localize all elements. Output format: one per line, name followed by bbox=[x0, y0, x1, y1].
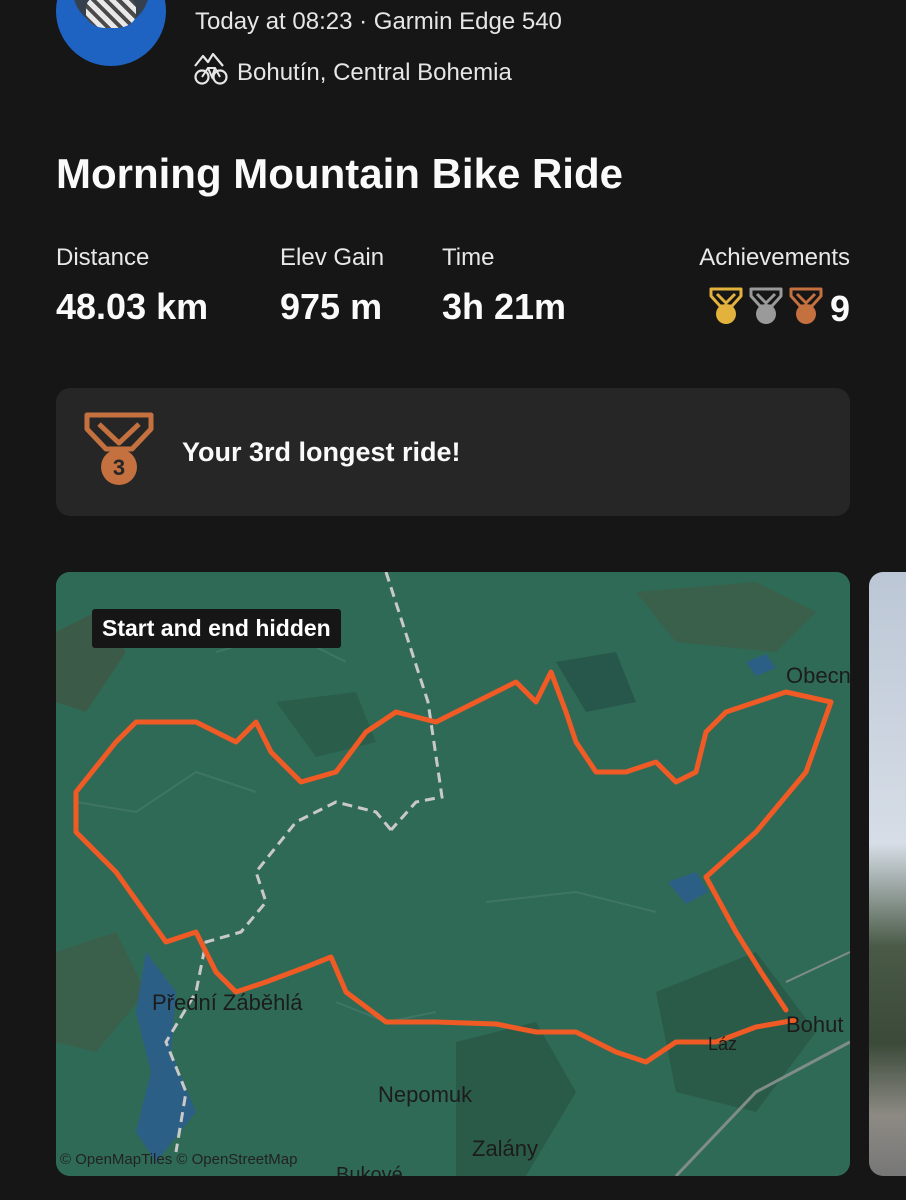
medal-number: 3 bbox=[113, 455, 125, 480]
map-place-label: Bohut bbox=[786, 1012, 844, 1037]
activity-meta: Today at 08:23 · Garmin Edge 540 bbox=[195, 8, 562, 35]
map-place-label: Nepomuk bbox=[378, 1082, 473, 1107]
highlight-text: Your 3rd longest ride! bbox=[182, 436, 461, 467]
mountain-bike-icon bbox=[193, 52, 229, 93]
map-place-label: Zalány bbox=[472, 1136, 539, 1161]
achievements[interactable]: Achievements 9 bbox=[699, 244, 850, 331]
location-label: Bohutín, Central Bohemia bbox=[237, 58, 512, 86]
achievements-count: 9 bbox=[829, 287, 850, 329]
stat-elev-gain: Elev Gain 975 m bbox=[280, 244, 384, 328]
location-row: Bohutín, Central Bohemia bbox=[193, 52, 512, 93]
map-attribution: © OpenMapTiles © OpenStreetMap bbox=[60, 1151, 298, 1168]
map-place-label: Obecn bbox=[786, 663, 850, 688]
stat-distance: Distance 48.03 km bbox=[56, 244, 208, 328]
bronze-medal-icon: 3 bbox=[82, 411, 156, 494]
achievements-label: Achievements bbox=[699, 244, 850, 271]
stat-time: Time 3h 21m bbox=[442, 244, 566, 328]
map-place-label: Láz bbox=[708, 1034, 738, 1054]
route-map[interactable]: Start and end hidden Obecn Přední Záběhl… bbox=[56, 572, 850, 1176]
stat-value: 48.03 km bbox=[56, 286, 209, 327]
highlight-banner[interactable]: 3 Your 3rd longest ride! bbox=[56, 388, 850, 516]
privacy-badge: Start and end hidden bbox=[92, 609, 341, 648]
stat-value: 975 m bbox=[280, 286, 383, 327]
bronze-medal-icon bbox=[788, 286, 824, 331]
stat-label: Elev Gain bbox=[280, 244, 385, 271]
activity-photo[interactable] bbox=[869, 572, 906, 1176]
avatar[interactable] bbox=[56, 0, 166, 66]
map-place-label: Bukové bbox=[336, 1164, 403, 1176]
stat-label: Time bbox=[442, 244, 495, 271]
map-place-label: Přední Záběhlá bbox=[152, 990, 303, 1015]
gold-medal-icon bbox=[708, 286, 744, 331]
activity-title: Morning Mountain Bike Ride bbox=[56, 150, 623, 197]
silver-medal-icon bbox=[748, 286, 784, 331]
stat-label: Distance bbox=[56, 244, 150, 271]
stat-value: 3h 21m bbox=[442, 286, 567, 327]
